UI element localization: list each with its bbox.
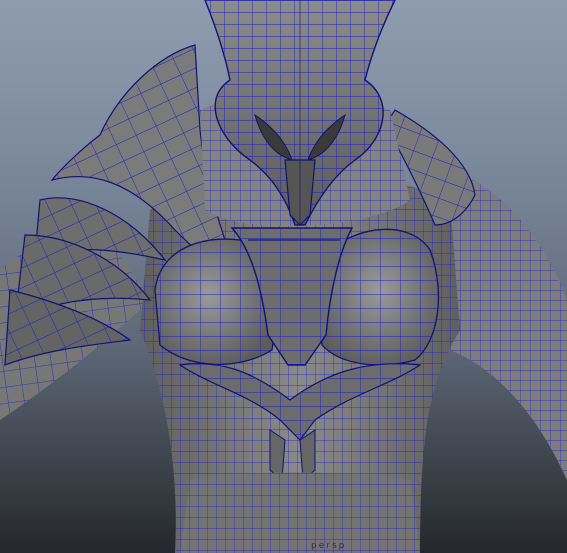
3d-modeling-viewport[interactable]: persp — [0, 0, 567, 553]
camera-label: persp — [311, 541, 347, 551]
chest-armor-mesh[interactable] — [154, 227, 439, 366]
right-arm-mesh[interactable] — [450, 170, 567, 480]
viewport-canvas[interactable] — [0, 0, 567, 553]
waist-mesh[interactable] — [180, 472, 420, 553]
